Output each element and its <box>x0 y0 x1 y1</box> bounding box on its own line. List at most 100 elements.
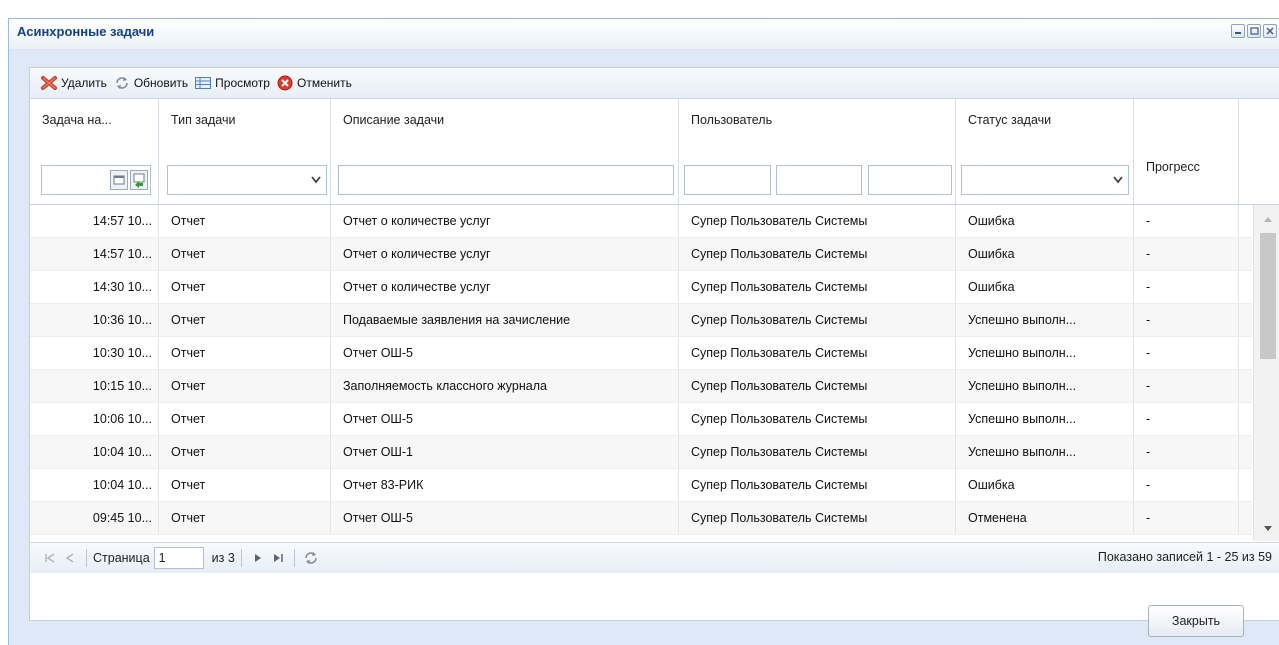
delete-button[interactable]: Удалить <box>40 75 107 91</box>
records-info: Показано записей 1 - 25 из 59 <box>1097 550 1272 564</box>
grid-header: Задача на... Тип задачи Описание задачи … <box>30 99 1279 205</box>
user-middlename-filter-input[interactable] <box>868 165 952 195</box>
page-count-label: из 3 <box>211 551 235 565</box>
cell-progress: - <box>1134 304 1239 336</box>
cell-description: Подаваемые заявления на зачисление <box>331 304 679 336</box>
status-filter-select[interactable] <box>961 165 1129 195</box>
table-row[interactable]: 10:06 10... Отчет Отчет ОШ-5 Супер Пользова… <box>30 403 1252 436</box>
refresh-icon <box>116 77 128 89</box>
scroll-up-icon[interactable] <box>1263 215 1273 223</box>
cell-progress: - <box>1134 436 1239 468</box>
table-row[interactable]: 14:57 10... Отчет Отчет о количестве услуг… <box>30 205 1252 238</box>
next-page-icon[interactable] <box>248 549 268 567</box>
page-number-input[interactable]: 1 <box>153 547 204 569</box>
cell-description: Отчет ОШ-5 <box>331 502 679 534</box>
vertical-scrollbar[interactable] <box>1253 205 1279 541</box>
description-filter-input[interactable] <box>338 165 674 195</box>
cell-user: Супер Пользователь Системы <box>679 436 956 468</box>
cell-task-type: Отчет <box>159 337 331 369</box>
table-view-icon <box>195 77 212 89</box>
delete-label: Удалить <box>61 76 107 90</box>
cell-progress: - <box>1134 370 1239 402</box>
cell-description: Отчет ОШ-5 <box>331 337 679 369</box>
prev-page-icon[interactable] <box>60 549 80 567</box>
minimize-icon[interactable] <box>1231 24 1245 38</box>
table-row[interactable]: 14:57 10... Отчет Отчет о количестве услуг… <box>30 238 1252 271</box>
table-row[interactable]: 10:15 10... Отчет Заполняемость классного … <box>30 370 1252 403</box>
window-titlebar[interactable]: Асинхронные задачи <box>9 19 1279 50</box>
cell-task-type: Отчет <box>159 271 331 303</box>
cell-task-type: Отчет <box>159 205 331 237</box>
grid-body: 14:57 10... Отчет Отчет о количестве услуг… <box>30 205 1252 535</box>
table-row[interactable]: 10:36 10... Отчет Подаваемые заявления на … <box>30 304 1252 337</box>
last-page-icon[interactable] <box>268 549 288 567</box>
cancel-task-button[interactable]: Отменить <box>276 75 352 91</box>
cell-status: Успешно выполн... <box>956 403 1134 435</box>
column-header-task-type[interactable]: Тип задачи <box>159 99 331 204</box>
cell-description: Отчет о количестве услуг <box>331 271 679 303</box>
user-lastname-filter-input[interactable] <box>684 165 771 195</box>
cell-task-type: Отчет <box>159 403 331 435</box>
cell-description: Заполняемость классного журнала <box>331 370 679 402</box>
scroll-thumb[interactable] <box>1260 233 1276 359</box>
cell-user: Супер Пользователь Системы <box>679 337 956 369</box>
clear-date-icon[interactable] <box>130 170 148 190</box>
column-header-status[interactable]: Статус задачи <box>956 99 1134 204</box>
cell-status: Ошибка <box>956 469 1134 501</box>
user-firstname-filter-input[interactable] <box>776 165 862 195</box>
scroll-down-icon[interactable] <box>1263 525 1273 533</box>
column-header-progress[interactable]: Прогресс <box>1134 99 1239 204</box>
toolbar: Удалить Обновить Просмотр Отменить <box>30 68 1279 99</box>
table-row[interactable]: 10:30 10... Отчет Отчет ОШ-5 Супер Пользова… <box>30 337 1252 370</box>
table-row[interactable]: 14:30 10... Отчет Отчет о количестве услуг… <box>30 271 1252 304</box>
cell-task-type: Отчет <box>159 469 331 501</box>
maximize-icon[interactable] <box>1247 24 1261 38</box>
cell-task-date: 10:36 10... <box>30 304 159 336</box>
cell-user: Супер Пользователь Системы <box>679 205 956 237</box>
table-row[interactable]: 10:04 10... Отчет Отчет 83-РИК Супер Пользо… <box>30 469 1252 502</box>
cell-task-date: 14:57 10... <box>30 205 159 237</box>
cell-progress: - <box>1134 337 1239 369</box>
column-label: Тип задачи <box>171 113 236 127</box>
cell-task-date: 14:30 10... <box>30 271 159 303</box>
page-label: Страница <box>93 551 150 565</box>
cell-description: Отчет о количестве услуг <box>331 238 679 270</box>
view-button[interactable]: Просмотр <box>194 75 270 91</box>
cell-user: Супер Пользователь Системы <box>679 238 956 270</box>
calendar-icon[interactable] <box>110 170 128 190</box>
cell-status: Успешно выполн... <box>956 436 1134 468</box>
column-header-description[interactable]: Описание задачи <box>331 99 679 204</box>
window-title: Асинхронные задачи <box>17 24 155 39</box>
refresh-label: Обновить <box>133 76 189 90</box>
cell-progress: - <box>1134 469 1239 501</box>
tasks-grid: Задача на... Тип задачи Описание задачи … <box>30 99 1279 541</box>
cell-status: Успешно выполн... <box>956 337 1134 369</box>
task-type-filter-select[interactable] <box>167 165 327 195</box>
column-label: Статус задачи <box>968 113 1052 127</box>
cell-status: Ошибка <box>956 238 1134 270</box>
refresh-icon[interactable] <box>301 549 321 567</box>
close-button[interactable]: Закрыть <box>1148 605 1244 637</box>
column-header-task-date[interactable]: Задача на... <box>30 99 159 204</box>
cell-task-type: Отчет <box>159 502 331 534</box>
cell-status: Ошибка <box>956 205 1134 237</box>
column-label: Описание задачи <box>343 113 445 127</box>
table-row[interactable]: 09:45 10... Отчет Отчет ОШ-5 Супер Пользова… <box>30 502 1252 535</box>
cell-task-type: Отчет <box>159 436 331 468</box>
column-header-user[interactable]: Пользователь <box>679 99 956 204</box>
refresh-button[interactable]: Обновить <box>113 75 188 91</box>
cell-status: Успешно выполн... <box>956 304 1134 336</box>
cell-progress: - <box>1134 271 1239 303</box>
cell-task-date: 10:15 10... <box>30 370 159 402</box>
first-page-icon[interactable] <box>40 549 60 567</box>
table-row[interactable]: 10:04 10... Отчет Отчет ОШ-1 Супер Пользова… <box>30 436 1252 469</box>
cell-progress: - <box>1134 238 1239 270</box>
date-filter-input[interactable] <box>41 165 151 195</box>
cell-task-type: Отчет <box>159 370 331 402</box>
async-tasks-window: Асинхронные задачи Удалить Обновить Прос… <box>8 18 1279 645</box>
paging-toolbar: Страница 1 из 3 Показано записей 1 - 25 … <box>30 542 1279 573</box>
column-label: Прогресс <box>1146 160 1200 174</box>
cell-description: Отчет ОШ-1 <box>331 436 679 468</box>
close-icon[interactable] <box>1263 24 1277 38</box>
cell-description: Отчет ОШ-5 <box>331 403 679 435</box>
